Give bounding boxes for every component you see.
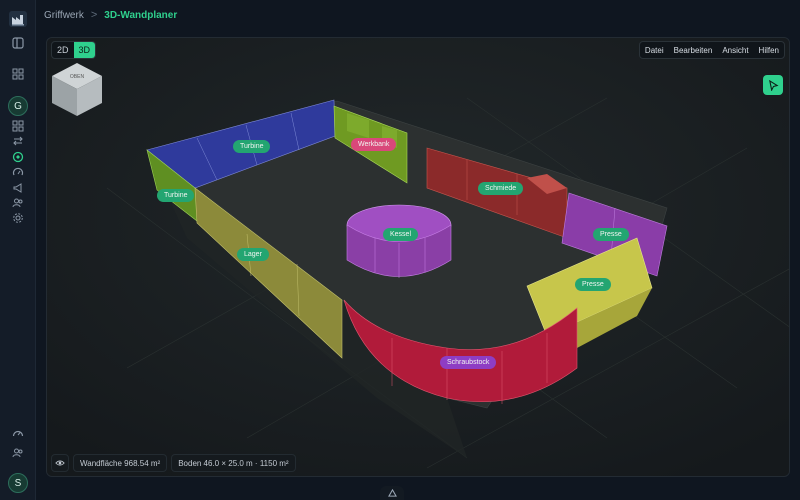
wall-area-stat: Wandfläche 968.54 m² [73,454,168,472]
users-icon[interactable] [10,195,26,211]
stats-bar: Wandfläche 968.54 m² Boden 46.0 × 25.0 m… [51,454,296,472]
menu-edit[interactable]: Bearbeiten [669,42,718,58]
layers-icon[interactable] [10,118,26,134]
cube-icon[interactable] [10,149,26,165]
breadcrumb-separator: > [90,9,98,21]
label-presse-front[interactable]: Presse [575,278,611,291]
select-tool-button[interactable] [763,75,783,95]
megaphone-icon[interactable] [10,180,26,196]
workspace-avatar[interactable]: G [8,96,28,116]
factory-logo-icon[interactable] [8,9,28,29]
sidebar: G S [0,0,36,500]
menu-help[interactable]: Hilfen [754,42,784,58]
label-turbine-back[interactable]: Turbine [233,140,271,153]
label-werkbank[interactable]: Werkbank [351,138,397,151]
label-schraubstock[interactable]: Schraubstock [440,356,497,369]
svg-text:OBEN: OBEN [70,74,85,80]
label-presse-back[interactable]: Presse [593,228,629,241]
settings-icon[interactable] [10,210,26,226]
grid-icon[interactable] [10,66,26,82]
label-lager[interactable]: Lager [237,248,269,261]
floor-stat: Boden 46.0 × 25.0 m · 1150 m² [171,454,296,472]
kessel-cylinder[interactable] [346,204,452,278]
eye-icon [55,460,65,466]
toggle-2d[interactable]: 2D [52,42,74,58]
menu-bar: Datei Bearbeiten Ansicht Hilfen [638,41,785,59]
breadcrumb: Griffwerk > 3D-Wandplaner [36,0,800,30]
speedometer-icon[interactable] [10,425,26,441]
label-turbine-left[interactable]: Turbine [157,189,195,202]
triangle-icon [387,489,397,497]
team-icon[interactable] [10,445,26,461]
page-title: 3D-Wandplaner [104,9,178,21]
visibility-toggle[interactable] [51,454,69,472]
label-schmiede[interactable]: Schmiede [478,182,524,195]
menu-view[interactable]: Ansicht [717,42,753,58]
drawer-handle[interactable] [380,486,404,500]
label-kessel[interactable]: Kessel [383,228,419,241]
panel-icon[interactable] [10,35,26,51]
view-toggle: 2D 3D [51,41,97,59]
flow-icon[interactable] [10,133,26,149]
toggle-3d[interactable]: 3D [73,42,96,58]
cursor-arrow-icon [768,79,779,91]
menu-file[interactable]: Datei [640,42,669,58]
3d-scene[interactable]: OBEN [47,38,790,477]
3d-viewport[interactable]: OBEN 2D 3D Datei Bearbeiten Ansicht Hilf… [46,37,790,477]
breadcrumb-parent[interactable]: Griffwerk [44,10,84,21]
gauge-icon[interactable] [10,164,26,180]
user-avatar[interactable]: S [8,473,28,493]
